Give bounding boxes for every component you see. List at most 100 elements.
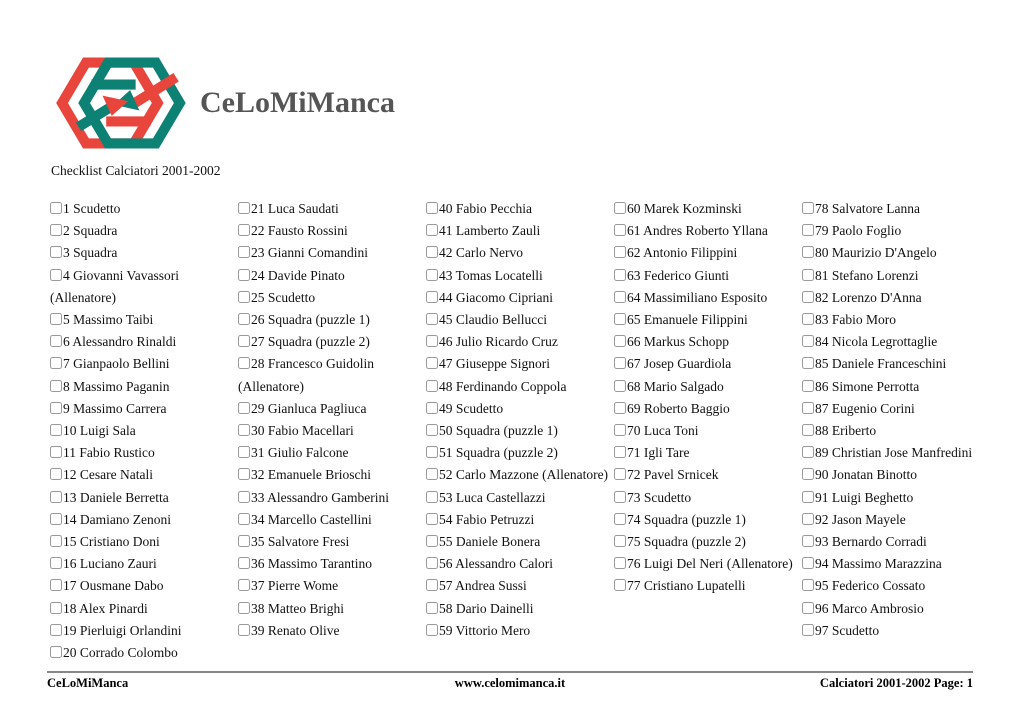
checklist-item[interactable]: 33 Alessandro Gamberini [238,487,422,509]
checklist-item[interactable]: 2 Squadra [50,220,234,242]
checkbox-icon[interactable] [426,490,438,503]
checkbox-icon[interactable] [802,224,814,237]
checklist-item[interactable]: 30 Fabio Macellari [238,420,422,442]
checklist-item[interactable]: 67 Josep Guardiola [614,353,798,375]
checkbox-icon[interactable] [802,512,814,525]
checklist-item[interactable]: 62 Antonio Filippini [614,242,798,264]
checkbox-icon[interactable] [802,424,814,437]
checkbox-icon[interactable] [614,490,626,503]
checklist-item[interactable]: 90 Jonatan Binotto [802,464,986,486]
checkbox-icon[interactable] [426,424,438,437]
checklist-item[interactable]: 49 Scudetto [426,398,610,420]
checkbox-icon[interactable] [50,379,62,392]
checklist-item[interactable]: 26 Squadra (puzzle 1) [238,309,422,331]
checkbox-icon[interactable] [50,335,62,348]
checklist-item[interactable]: 78 Salvatore Lanna [802,198,986,220]
checkbox-icon[interactable] [238,246,250,259]
checklist-item[interactable]: 20 Corrado Colombo [50,642,234,664]
checklist-item[interactable]: 37 Pierre Wome [238,575,422,597]
checklist-item[interactable]: 76 Luigi Del Neri (Allenatore) [614,553,798,575]
checkbox-icon[interactable] [50,424,62,437]
checklist-item[interactable]: 28 Francesco Guidolin (Allenatore) [238,353,422,397]
checklist-item[interactable]: 36 Massimo Tarantino [238,553,422,575]
checklist-item[interactable]: 79 Paolo Foglio [802,220,986,242]
checklist-item[interactable]: 68 Mario Salgado [614,376,798,398]
checkbox-icon[interactable] [426,468,438,481]
checkbox-icon[interactable] [614,401,626,414]
checklist-item[interactable]: 29 Gianluca Pagliuca [238,398,422,420]
checkbox-icon[interactable] [50,557,62,570]
checklist-item[interactable]: 45 Claudio Bellucci [426,309,610,331]
checkbox-icon[interactable] [614,379,626,392]
checkbox-icon[interactable] [238,490,250,503]
checklist-item[interactable]: 7 Gianpaolo Bellini [50,353,234,375]
checklist-item[interactable]: 24 Davide Pinato [238,265,422,287]
checkbox-icon[interactable] [802,246,814,259]
checklist-item[interactable]: 93 Bernardo Corradi [802,531,986,553]
checkbox-icon[interactable] [802,290,814,303]
checklist-item[interactable]: 53 Luca Castellazzi [426,487,610,509]
checklist-item[interactable]: 14 Damiano Zenoni [50,509,234,531]
checklist-item[interactable]: 66 Markus Schopp [614,331,798,353]
checkbox-icon[interactable] [238,268,250,281]
checklist-item[interactable]: 56 Alessandro Calori [426,553,610,575]
checklist-item[interactable]: 43 Tomas Locatelli [426,265,610,287]
checklist-item[interactable]: 82 Lorenzo D'Anna [802,287,986,309]
checklist-item[interactable]: 19 Pierluigi Orlandini [50,620,234,642]
checkbox-icon[interactable] [238,512,250,525]
checklist-item[interactable]: 11 Fabio Rustico [50,442,234,464]
checklist-item[interactable]: 15 Cristiano Doni [50,531,234,553]
checklist-item[interactable]: 88 Eriberto [802,420,986,442]
checkbox-icon[interactable] [614,246,626,259]
checklist-item[interactable]: 4 Giovanni Vavassori (Allenatore) [50,265,234,309]
checkbox-icon[interactable] [802,490,814,503]
checkbox-icon[interactable] [426,357,438,370]
checklist-item[interactable]: 1 Scudetto [50,198,234,220]
checklist-item[interactable]: 5 Massimo Taibi [50,309,234,331]
checklist-item[interactable]: 58 Dario Dainelli [426,598,610,620]
checklist-item[interactable]: 54 Fabio Petruzzi [426,509,610,531]
checklist-item[interactable]: 13 Daniele Berretta [50,487,234,509]
checkbox-icon[interactable] [802,601,814,614]
checklist-item[interactable]: 27 Squadra (puzzle 2) [238,331,422,353]
checkbox-icon[interactable] [802,268,814,281]
checkbox-icon[interactable] [426,535,438,548]
checkbox-icon[interactable] [426,623,438,636]
checkbox-icon[interactable] [50,512,62,525]
checkbox-icon[interactable] [50,623,62,636]
checklist-item[interactable]: 69 Roberto Baggio [614,398,798,420]
checklist-item[interactable]: 3 Squadra [50,242,234,264]
checklist-item[interactable]: 46 Julio Ricardo Cruz [426,331,610,353]
checklist-item[interactable]: 21 Luca Saudati [238,198,422,220]
checkbox-icon[interactable] [802,468,814,481]
checklist-item[interactable]: 18 Alex Pinardi [50,598,234,620]
checklist-item[interactable]: 40 Fabio Pecchia [426,198,610,220]
checkbox-icon[interactable] [614,268,626,281]
checkbox-icon[interactable] [238,357,250,370]
checklist-item[interactable]: 84 Nicola Legrottaglie [802,331,986,353]
checkbox-icon[interactable] [238,535,250,548]
checkbox-icon[interactable] [614,202,626,214]
checklist-item[interactable]: 87 Eugenio Corini [802,398,986,420]
checklist-item[interactable]: 12 Cesare Natali [50,464,234,486]
checkbox-icon[interactable] [802,335,814,348]
checklist-item[interactable]: 80 Maurizio D'Angelo [802,242,986,264]
checkbox-icon[interactable] [50,246,62,259]
checkbox-icon[interactable] [614,535,626,548]
checklist-item[interactable]: 25 Scudetto [238,287,422,309]
checkbox-icon[interactable] [426,579,438,592]
checkbox-icon[interactable] [614,424,626,437]
checkbox-icon[interactable] [238,335,250,348]
checklist-item[interactable]: 48 Ferdinando Coppola [426,376,610,398]
checklist-item[interactable]: 23 Gianni Comandini [238,242,422,264]
checkbox-icon[interactable] [802,202,814,214]
checkbox-icon[interactable] [426,202,438,214]
checklist-item[interactable]: 31 Giulio Falcone [238,442,422,464]
checklist-item[interactable]: 41 Lamberto Zauli [426,220,610,242]
checklist-item[interactable]: 47 Giuseppe Signori [426,353,610,375]
checkbox-icon[interactable] [426,512,438,525]
checklist-item[interactable]: 51 Squadra (puzzle 2) [426,442,610,464]
checkbox-icon[interactable] [802,623,814,636]
checklist-item[interactable]: 71 Igli Tare [614,442,798,464]
checklist-item[interactable]: 96 Marco Ambrosio [802,598,986,620]
